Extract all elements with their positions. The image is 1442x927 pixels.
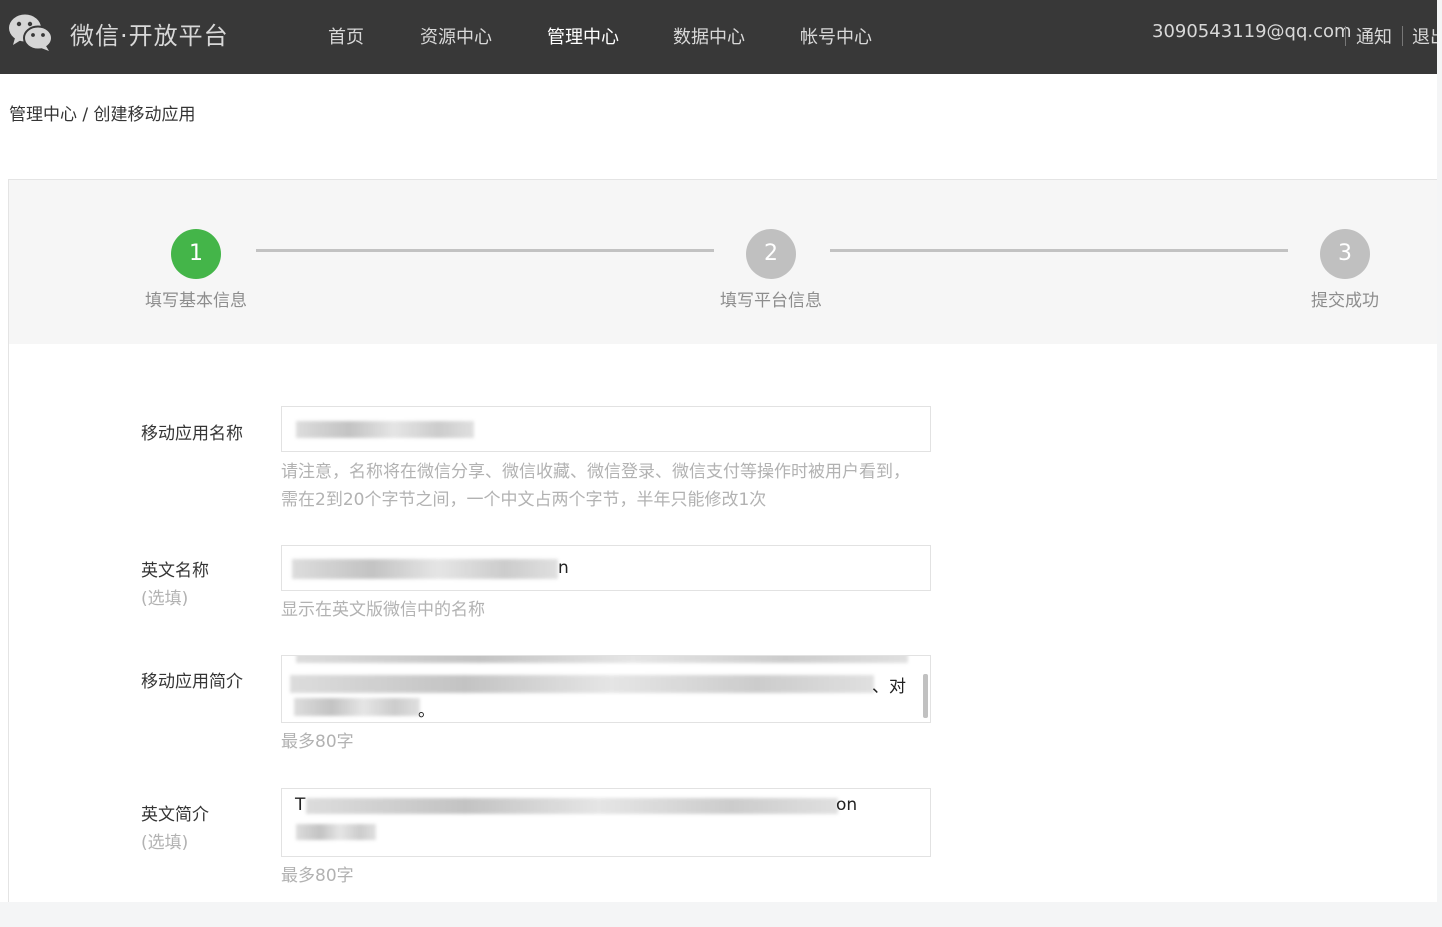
account-email[interactable]: 3090543119@qq.com [1152,21,1352,42]
redacted-text [296,656,908,663]
english-intro-textarea[interactable]: T on [281,788,931,857]
app-name-label: 移动应用名称 [141,424,243,444]
app-name-hint-line1: 请注意，名称将在微信分享、微信收藏、微信登录、微信支付等操作时被用户看到， [281,462,910,482]
step-progress: 1 2 3 填写基本信息 填写平台信息 提交成功 [9,180,1438,344]
redacted-text [294,698,420,716]
page-right-background [1437,0,1442,927]
english-name-label: 英文名称 [141,561,209,581]
step-connector [256,249,714,252]
app-intro-textarea[interactable]: 、对 。 [281,655,931,723]
step-2-circle: 2 [746,229,796,279]
step-1-circle: 1 [171,229,221,279]
step-2-label: 填写平台信息 [720,291,822,311]
redacted-text [296,824,376,840]
english-intro-line1-tail: on [836,795,858,815]
english-name-hint: 显示在英文版微信中的名称 [281,600,485,620]
main-content: 管理中心 / 创建移动应用 1 2 3 填写基本信息 填写平台信息 提交成功 移… [0,74,1438,902]
notify-link[interactable]: 通知 [1356,23,1392,49]
nav-resource-center[interactable]: 资源中心 [420,23,492,49]
create-app-card: 1 2 3 填写基本信息 填写平台信息 提交成功 移动应用名称 请注意，名称将在… [8,179,1438,902]
english-intro-hint: 最多80字 [281,866,354,886]
nav-management-center[interactable]: 管理中心 [547,23,619,49]
nav-home[interactable]: 首页 [328,23,364,49]
english-intro-line1-head: T [295,795,306,815]
app-name-hint-line2: 需在2到20个字节之间，一个中文占两个字节，半年只能修改1次 [281,490,767,510]
redacted-text [296,421,474,438]
header-divider [1402,26,1403,46]
app-intro-line3-tail: 。 [418,701,435,721]
redacted-text [290,675,874,693]
step-1-label: 填写基本信息 [145,291,247,311]
top-navigation-bar: 微信·开放平台 首页 资源中心 管理中心 数据中心 帐号中心 309054311… [0,0,1442,74]
step-connector [830,249,1288,252]
nav-data-center[interactable]: 数据中心 [673,23,745,49]
step-3-circle: 3 [1320,229,1370,279]
wechat-logo-icon[interactable] [8,12,54,52]
platform-brand[interactable]: 微信·开放平台 [70,16,229,51]
app-name-input[interactable] [281,406,931,452]
app-intro-label: 移动应用简介 [141,672,243,692]
english-intro-optional: (选填) [141,833,189,853]
breadcrumb: 管理中心 / 创建移动应用 [9,105,196,125]
redacted-text [292,559,558,579]
english-name-optional: (选填) [141,589,189,609]
app-intro-hint: 最多80字 [281,732,354,752]
page-bottom-background [0,902,1442,927]
app-intro-line2-tail: 、对 [872,677,906,697]
english-name-input[interactable]: n [281,545,931,591]
english-name-visible-tail: n [558,558,569,578]
header-divider [1345,26,1346,46]
textarea-scrollbar[interactable] [923,674,928,718]
nav-account-center[interactable]: 帐号中心 [800,23,872,49]
step-3-label: 提交成功 [1311,291,1379,311]
english-intro-label: 英文简介 [141,805,209,825]
redacted-text [306,798,838,814]
